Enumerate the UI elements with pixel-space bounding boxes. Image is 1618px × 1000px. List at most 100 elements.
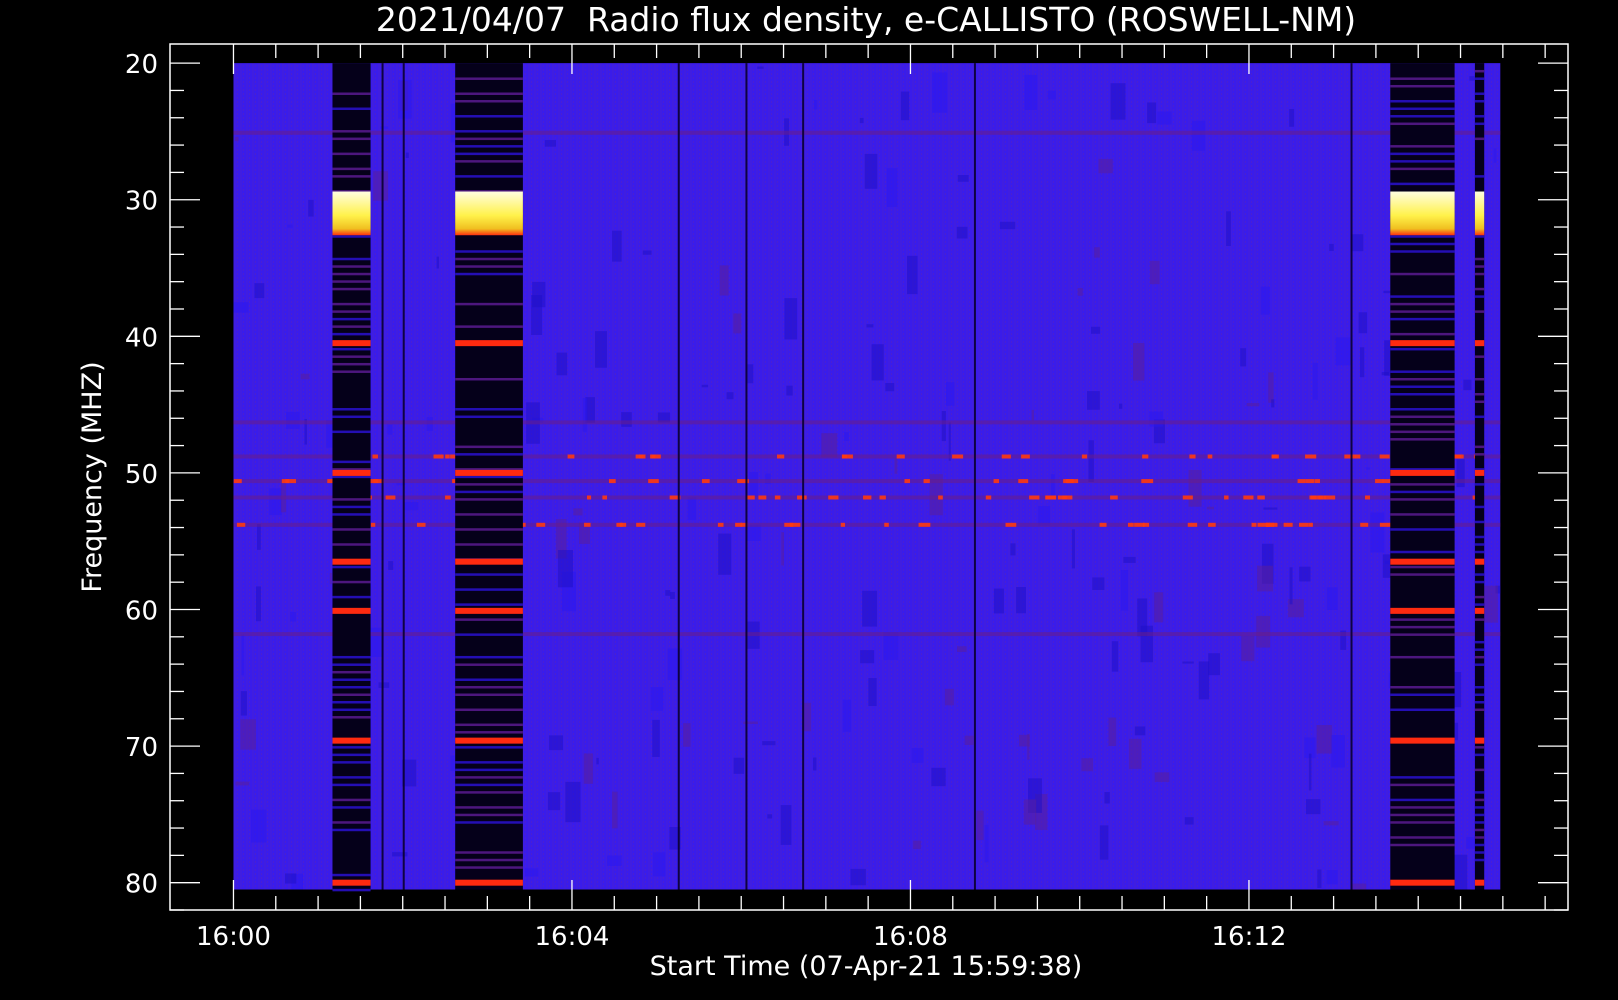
interference-column <box>1390 63 1455 890</box>
interference-stripe <box>1474 400 1485 404</box>
texture-cell <box>241 634 245 676</box>
interference-stripe <box>1390 573 1455 576</box>
interference-stripe <box>332 595 371 599</box>
texture-cell <box>886 168 898 207</box>
interference-stripe <box>332 821 371 824</box>
texture-cell <box>781 532 784 566</box>
rfi-dash <box>636 522 646 527</box>
interference-stripe <box>455 603 523 606</box>
texture-cell <box>1031 409 1035 421</box>
interference-stripe <box>455 92 523 95</box>
interference-stripe <box>1474 768 1485 772</box>
texture-cell <box>747 364 754 384</box>
rfi-dash <box>879 495 886 500</box>
texture-cell <box>240 691 247 716</box>
rfi-dash <box>602 495 607 500</box>
interference-stripe <box>1390 693 1455 696</box>
texture-cell <box>780 805 792 845</box>
interference-stripe <box>332 498 371 501</box>
rfi-dash <box>608 479 616 484</box>
texture-cell <box>1149 260 1160 285</box>
interference-stripe <box>455 633 523 636</box>
texture-cell <box>719 265 729 296</box>
interference-stripe <box>455 483 523 486</box>
texture-cell <box>380 126 389 129</box>
rfi-dash <box>236 522 246 527</box>
rfi-dash <box>1257 495 1265 500</box>
texture-cell <box>1358 312 1368 334</box>
interference-stripe <box>1474 843 1485 847</box>
texture-cell <box>1108 717 1117 746</box>
texture-cell <box>1149 411 1163 427</box>
interference-stripe <box>332 235 371 238</box>
interference-stripe <box>1390 235 1455 238</box>
hot-line <box>1474 879 1485 886</box>
interference-stripe <box>332 272 371 276</box>
interference-stripe <box>332 347 371 351</box>
rfi-dash <box>285 479 297 484</box>
texture-cell <box>813 100 818 110</box>
interference-stripe <box>455 708 523 712</box>
interference-stripe <box>455 100 523 103</box>
texture-cell <box>621 412 632 427</box>
interference-stripe <box>332 107 371 111</box>
interference-stripe <box>1390 145 1455 148</box>
interference-stripe <box>1474 483 1485 486</box>
rfi-dash <box>619 522 627 527</box>
rfi-dash <box>1127 522 1134 527</box>
rfi-dash <box>1005 522 1017 527</box>
interference-stripe <box>1474 92 1485 95</box>
interference-stripe <box>1390 84 1455 88</box>
interference-stripe <box>332 92 371 95</box>
texture-cell <box>1016 587 1026 614</box>
rfi-dash <box>567 454 575 459</box>
interference-stripe <box>1390 625 1455 629</box>
texture-cell <box>436 256 439 269</box>
interference-stripe <box>332 565 371 569</box>
interference-stripe <box>455 137 523 141</box>
texture-cell <box>1154 772 1170 782</box>
texture-cell <box>883 632 899 660</box>
texture-cell <box>1366 467 1371 470</box>
texture-cell <box>1317 869 1322 888</box>
interference-stripe <box>1390 836 1455 839</box>
vertical-artifact <box>1350 63 1353 890</box>
interference-stripe <box>455 723 523 727</box>
texture-cell <box>300 373 310 380</box>
burst-region <box>1474 191 1485 236</box>
rfi-dash <box>1067 479 1079 484</box>
rfi-dash <box>1141 479 1154 484</box>
interference-stripe <box>455 445 523 449</box>
interference-stripe <box>332 332 371 336</box>
vertical-artifact <box>402 63 405 890</box>
interference-stripe <box>1390 332 1455 336</box>
texture-cell <box>387 424 393 435</box>
interference-stripe <box>332 130 371 133</box>
rfi-band <box>233 632 1501 637</box>
hot-line <box>1474 469 1485 476</box>
texture-cell <box>269 488 282 516</box>
interference-stripe <box>1474 753 1485 757</box>
rfi-dash <box>1251 522 1257 527</box>
texture-cell <box>1241 635 1255 662</box>
interference-stripe <box>1474 806 1485 809</box>
texture-cell <box>984 824 989 863</box>
interference-stripe <box>455 377 523 381</box>
texture-cell <box>285 873 297 884</box>
interference-stripe <box>1390 295 1455 298</box>
texture-cell <box>1246 403 1260 407</box>
x-tick-label: 16:00 <box>196 922 271 952</box>
texture-cell <box>1359 347 1365 378</box>
rfi-dash <box>385 495 396 500</box>
texture-cell <box>1094 247 1100 258</box>
rfi-dash <box>433 454 444 459</box>
interference-stripe <box>1474 272 1485 276</box>
interference-stripe <box>332 663 371 666</box>
texture-cell <box>1326 587 1338 610</box>
texture-cell <box>1010 543 1016 556</box>
texture-cell <box>784 298 798 340</box>
y-tick-label: 70 <box>125 733 158 763</box>
interference-stripe <box>1390 423 1455 426</box>
interference-stripe <box>332 362 371 366</box>
interference-stripe <box>332 655 371 659</box>
